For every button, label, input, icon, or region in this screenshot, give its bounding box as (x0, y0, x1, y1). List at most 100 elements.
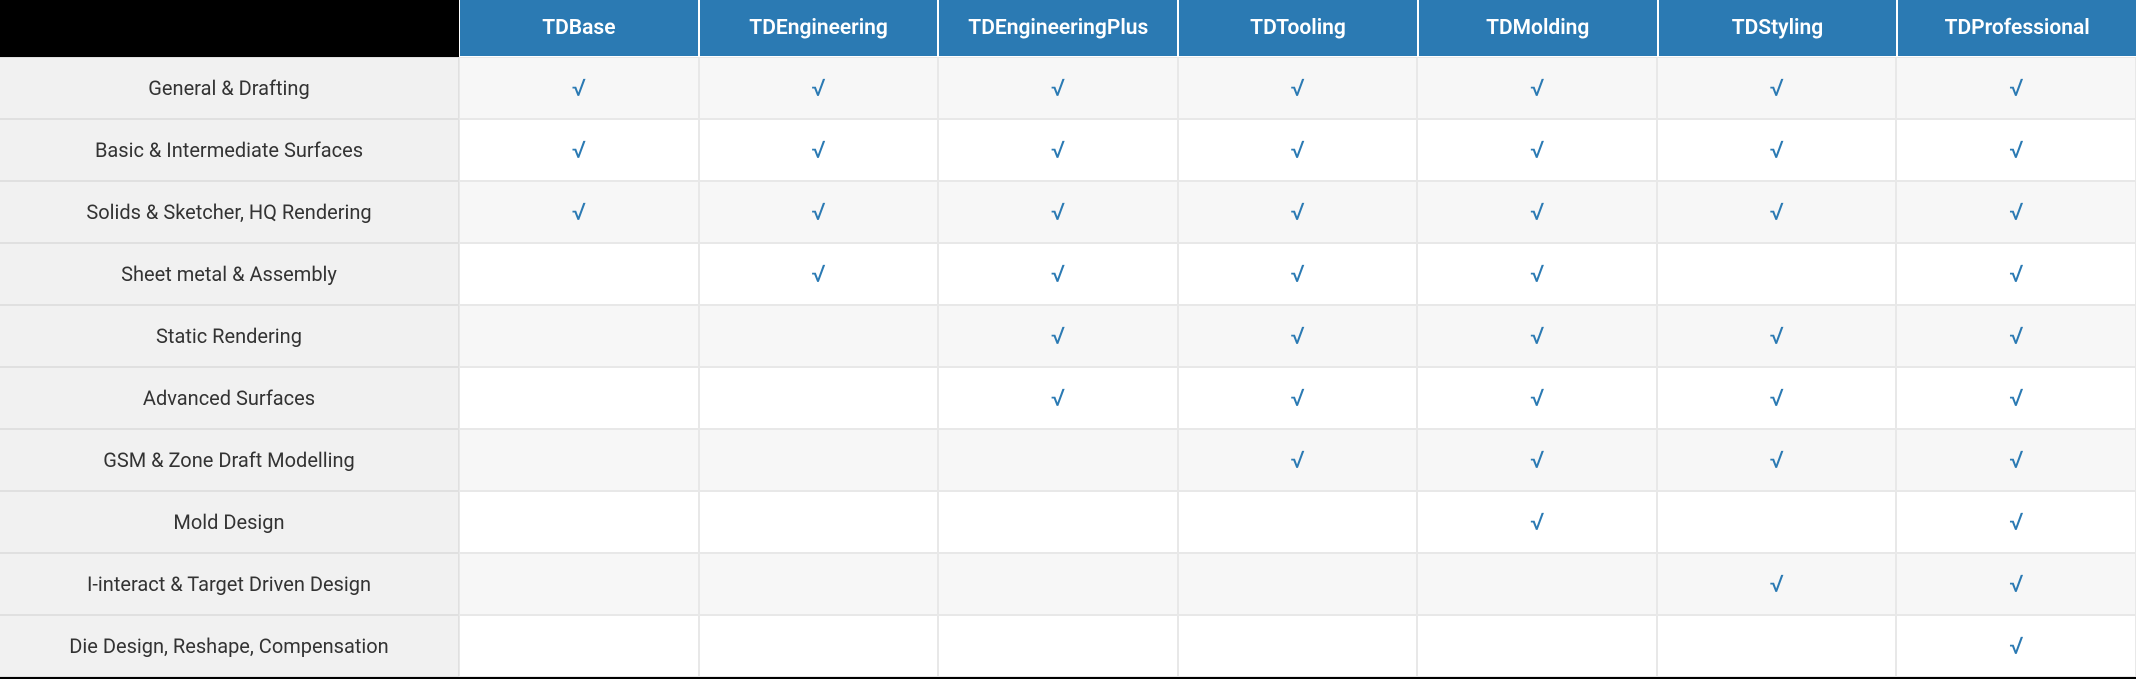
feature-cell: √ (1896, 615, 2136, 677)
feature-cell: √ (1896, 553, 2136, 615)
feature-cell: √ (1657, 553, 1897, 615)
row-label: Static Rendering (0, 305, 459, 367)
feature-cell (459, 429, 699, 491)
table-header-row: TDBaseTDEngineeringTDEngineeringPlusTDTo… (0, 0, 2136, 57)
feature-cell (459, 491, 699, 553)
table-header-corner (0, 0, 459, 57)
row-label: General & Drafting (0, 57, 459, 119)
feature-cell: √ (1417, 305, 1657, 367)
row-label: GSM & Zone Draft Modelling (0, 429, 459, 491)
feature-cell (699, 491, 939, 553)
feature-cell (459, 305, 699, 367)
feature-cell: √ (938, 181, 1178, 243)
table-row: Mold Design √ √ (0, 491, 2136, 553)
row-label: Mold Design (0, 491, 459, 553)
feature-cell: √ (1417, 243, 1657, 305)
feature-cell: √ (1657, 429, 1897, 491)
feature-cell: √ (459, 119, 699, 181)
table-row: Solids & Sketcher, HQ Rendering√√√√√√√ (0, 181, 2136, 243)
feature-cell: √ (1417, 367, 1657, 429)
column-header: TDBase (459, 0, 699, 57)
feature-cell: √ (938, 119, 1178, 181)
table-row: GSM & Zone Draft Modelling√√√√ (0, 429, 2136, 491)
feature-cell (1657, 491, 1897, 553)
feature-cell: √ (1178, 181, 1418, 243)
feature-cell (938, 429, 1178, 491)
column-header: TDStyling (1658, 0, 1898, 57)
feature-cell: √ (938, 367, 1178, 429)
feature-cell: √ (1657, 305, 1897, 367)
feature-cell (1178, 553, 1418, 615)
feature-cell (1417, 615, 1657, 677)
row-label: Solids & Sketcher, HQ Rendering (0, 181, 459, 243)
feature-cell: √ (1417, 181, 1657, 243)
feature-cell (459, 615, 699, 677)
feature-cell: √ (938, 243, 1178, 305)
table-row: General & Drafting√√√√√√√ (0, 57, 2136, 119)
feature-cell: √ (938, 57, 1178, 119)
feature-cell (1178, 615, 1418, 677)
table-row: Sheet metal & Assembly√√√√√ (0, 243, 2136, 305)
feature-cell: √ (459, 181, 699, 243)
feature-cell: √ (1896, 243, 2136, 305)
feature-cell: √ (1417, 57, 1657, 119)
feature-cell: √ (1896, 491, 2136, 553)
column-header: TDProfessional (1897, 0, 2136, 57)
feature-cell: √ (1178, 305, 1418, 367)
feature-cell (1417, 553, 1657, 615)
feature-cell: √ (1896, 181, 2136, 243)
row-label: Basic & Intermediate Surfaces (0, 119, 459, 181)
feature-cell: √ (1417, 119, 1657, 181)
feature-cell (699, 429, 939, 491)
feature-cell: √ (1178, 119, 1418, 181)
feature-cell: √ (1896, 57, 2136, 119)
column-header: TDEngineeringPlus (938, 0, 1178, 57)
feature-cell: √ (1178, 429, 1418, 491)
feature-cell: √ (1178, 57, 1418, 119)
feature-cell: √ (1417, 429, 1657, 491)
feature-cell: √ (938, 305, 1178, 367)
row-label: Advanced Surfaces (0, 367, 459, 429)
table-row: Basic & Intermediate Surfaces√√√√√√√ (0, 119, 2136, 181)
table-row: Static Rendering√√√√√ (0, 305, 2136, 367)
feature-cell: √ (699, 243, 939, 305)
feature-cell (699, 553, 939, 615)
row-label: Sheet metal & Assembly (0, 243, 459, 305)
feature-cell (699, 367, 939, 429)
table-row: Advanced Surfaces√√√√√ (0, 367, 2136, 429)
feature-cell: √ (1657, 181, 1897, 243)
table-row: Die Design, Reshape, Compensation √ (0, 615, 2136, 679)
feature-cell (459, 367, 699, 429)
feature-cell: √ (1657, 57, 1897, 119)
feature-cell (938, 615, 1178, 677)
feature-cell: √ (1657, 367, 1897, 429)
row-label: Die Design, Reshape, Compensation (0, 615, 459, 677)
feature-cell: √ (459, 57, 699, 119)
feature-cell: √ (1896, 119, 2136, 181)
feature-cell (938, 491, 1178, 553)
feature-cell: √ (1417, 491, 1657, 553)
feature-cell: √ (1178, 243, 1418, 305)
feature-cell: √ (699, 57, 939, 119)
feature-cell (699, 305, 939, 367)
feature-cell: √ (1896, 429, 2136, 491)
feature-cell (459, 243, 699, 305)
feature-cell (1657, 243, 1897, 305)
feature-cell: √ (699, 119, 939, 181)
row-label: I-interact & Target Driven Design (0, 553, 459, 615)
feature-cell: √ (1178, 367, 1418, 429)
feature-cell (459, 553, 699, 615)
feature-cell: √ (1657, 119, 1897, 181)
feature-cell: √ (699, 181, 939, 243)
feature-cell (1657, 615, 1897, 677)
table-row: I-interact & Target Driven Design √√ (0, 553, 2136, 615)
column-header: TDEngineering (699, 0, 939, 57)
feature-cell (699, 615, 939, 677)
feature-cell: √ (1896, 367, 2136, 429)
feature-cell (1178, 491, 1418, 553)
column-header: TDTooling (1178, 0, 1418, 57)
feature-comparison-table: TDBaseTDEngineeringTDEngineeringPlusTDTo… (0, 0, 2136, 679)
feature-cell: √ (1896, 305, 2136, 367)
feature-cell (938, 553, 1178, 615)
column-header: TDMolding (1418, 0, 1658, 57)
